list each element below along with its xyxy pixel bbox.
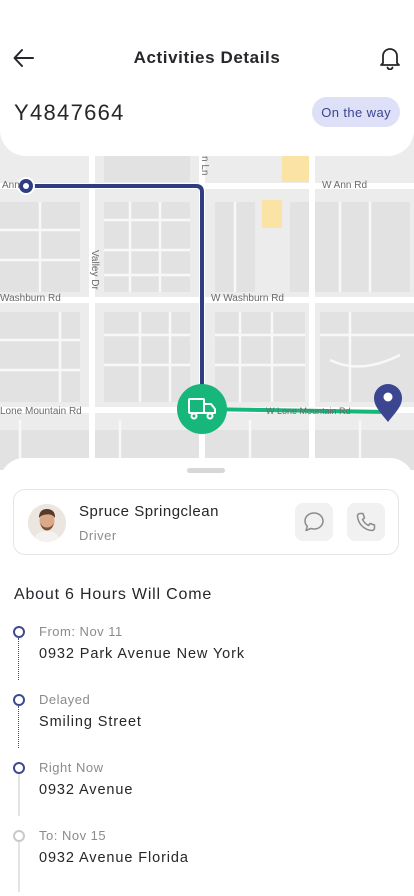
timeline-connector — [18, 638, 19, 680]
timeline-label: From: Nov 11 — [39, 624, 123, 639]
street-label: W Ann Rd — [322, 180, 368, 191]
timeline-connector — [18, 774, 20, 816]
timeline-label: Right Now — [39, 760, 104, 775]
timeline-dot — [13, 694, 25, 706]
truck-icon[interactable] — [177, 384, 227, 434]
chat-bubble-icon — [304, 512, 324, 532]
call-button[interactable] — [347, 503, 385, 541]
timeline-connector — [18, 706, 19, 748]
park-area — [262, 200, 282, 228]
street-label: Valley Dr — [89, 250, 100, 290]
avatar — [28, 504, 66, 542]
phone-icon — [356, 512, 376, 532]
park-area — [282, 156, 312, 182]
timeline-label: Delayed — [39, 692, 91, 707]
shipment-timeline: From: Nov 11 0932 Park Avenue New York D… — [0, 618, 414, 892]
timeline-value: 0932 Avenue — [39, 782, 134, 798]
driver-name: Spruce Springclean — [79, 503, 219, 520]
timeline-value: 0932 Avenue Florida — [39, 850, 189, 866]
timeline-dot — [13, 626, 25, 638]
timeline-dot — [13, 830, 25, 842]
driver-role: Driver — [79, 528, 117, 543]
status-badge: On the way — [312, 97, 400, 127]
sheet-drag-handle[interactable] — [187, 468, 225, 473]
street-label: n Ln — [199, 156, 210, 176]
timeline-dot — [13, 762, 25, 774]
timeline-value: 0932 Park Avenue New York — [39, 646, 246, 662]
street-label: Ann — [2, 180, 20, 191]
bell-icon — [380, 48, 400, 70]
header-card: Activities Details Y4847664 On the way — [0, 0, 414, 156]
chat-button[interactable] — [295, 503, 333, 541]
street-label: W Washburn Rd — [211, 293, 284, 304]
street-label: Lone Mountain Rd — [0, 406, 82, 417]
driver-card: Spruce Springclean Driver — [13, 489, 399, 555]
details-sheet: Spruce Springclean Driver About 6 Hours … — [0, 458, 414, 896]
map-pin-icon[interactable] — [374, 384, 402, 422]
timeline-label: To: Nov 15 — [39, 828, 107, 843]
timeline-value: Smiling Street — [39, 714, 142, 730]
order-id: Y4847664 — [14, 100, 125, 125]
route-map[interactable]: Ann W Ann Rd Valley Dr n Ln Washburn Rd … — [0, 120, 414, 470]
notifications-button[interactable] — [376, 44, 404, 72]
street-label: W Lone Mountain Rd — [266, 406, 351, 416]
eta-heading: About 6 Hours Will Come — [14, 586, 213, 603]
page-title: Activities Details — [133, 48, 281, 67]
street-label: Washburn Rd — [0, 293, 61, 304]
timeline-connector — [18, 842, 20, 892]
